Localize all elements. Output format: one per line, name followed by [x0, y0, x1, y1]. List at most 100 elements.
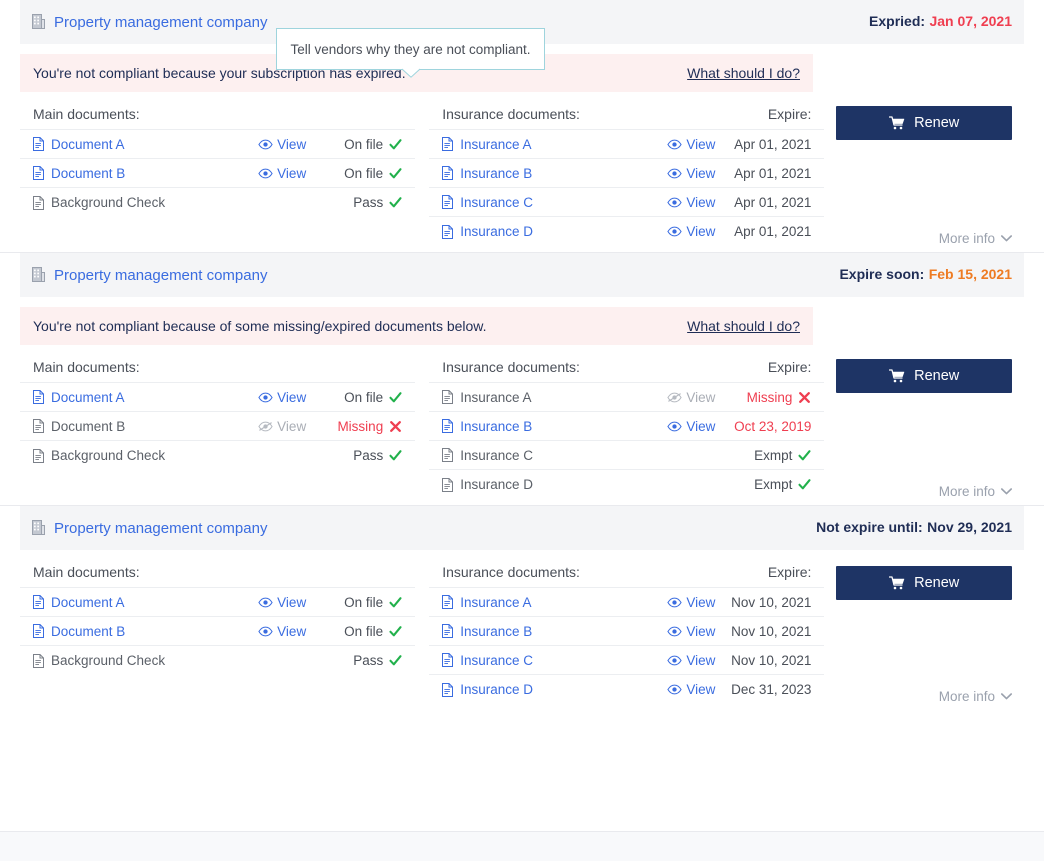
document-name-cell[interactable]: Insurance A [442, 137, 643, 152]
document-name[interactable]: Insurance C [460, 195, 533, 210]
document-name[interactable]: Insurance D [460, 224, 533, 239]
cross-icon [389, 420, 402, 433]
view-document-button[interactable]: View [643, 195, 715, 210]
file-icon [442, 595, 453, 609]
status-cell: Apr 01, 2021 [715, 137, 811, 152]
view-document-button[interactable]: View [643, 624, 715, 639]
document-name-cell[interactable]: Insurance C [442, 653, 643, 668]
what-should-i-do-link[interactable]: What should I do? [687, 318, 800, 334]
file-icon [442, 419, 453, 433]
view-document-button[interactable]: View [234, 390, 306, 405]
document-name-cell[interactable]: Insurance B [442, 624, 643, 639]
more-info-toggle[interactable]: More info [939, 484, 1012, 499]
document-name[interactable]: Insurance A [460, 137, 531, 152]
view-document-button[interactable]: View [643, 682, 715, 697]
document-name[interactable]: Document A [51, 137, 125, 152]
view-document-button[interactable]: View [643, 595, 715, 610]
document-name[interactable]: Insurance A [460, 595, 531, 610]
view-document-button[interactable]: View [234, 166, 306, 181]
company-link[interactable]: Property management company [32, 520, 267, 537]
eye-slash-icon [258, 421, 273, 432]
file-icon [442, 166, 453, 180]
cart-icon [889, 576, 905, 590]
table-row: Insurance D ViewDec 31, 2023 [429, 675, 824, 704]
eye-icon [258, 168, 273, 179]
view-label: View [277, 419, 306, 434]
document-name[interactable]: Insurance D [460, 682, 533, 697]
document-name-cell[interactable]: Document B [33, 624, 234, 639]
document-name-cell[interactable]: Insurance B [442, 419, 643, 434]
file-icon [33, 654, 44, 668]
vendor-card: Property management companyNot expire un… [0, 506, 1044, 710]
status-badge: Pass [353, 195, 383, 210]
document-name-cell[interactable]: Document A [33, 137, 234, 152]
view-label: View [686, 195, 715, 210]
view-label: View [277, 166, 306, 181]
document-name[interactable]: Document A [51, 390, 125, 405]
more-info-toggle[interactable]: More info [939, 231, 1012, 246]
card-actions-panel: Renew [824, 345, 1024, 505]
document-name-cell[interactable]: Insurance B [442, 166, 643, 181]
file-icon [33, 595, 44, 609]
status-cell: On file [306, 390, 402, 405]
table-row: Insurance BViewOct 23, 2019 [429, 412, 824, 441]
renew-button[interactable]: Renew [836, 566, 1012, 600]
compliance-page: Property management companyExpried: Jan … [0, 0, 1044, 861]
view-document-button: View [643, 390, 715, 405]
document-name[interactable]: Insurance B [460, 419, 532, 434]
view-document-button[interactable]: View [234, 624, 306, 639]
status-cell: Nov 10, 2021 [715, 595, 811, 610]
what-should-i-do-link[interactable]: What should I do? [687, 65, 800, 81]
status-badge: Pass [353, 448, 383, 463]
view-document-button[interactable]: View [643, 419, 715, 434]
eye-icon [667, 597, 682, 608]
document-name-cell[interactable]: Document A [33, 595, 234, 610]
company-name[interactable]: Property management company [54, 520, 267, 537]
view-document-button[interactable]: View [234, 137, 306, 152]
eye-icon [667, 139, 682, 150]
insurance-documents-rows: Insurance AViewApr 01, 2021Insurance BVi… [429, 129, 824, 246]
document-name-cell: Insurance D [442, 477, 643, 492]
view-document-button[interactable]: View [234, 595, 306, 610]
company-name[interactable]: Property management company [54, 14, 267, 31]
renew-button[interactable]: Renew [836, 106, 1012, 140]
status-badge: On file [344, 166, 383, 181]
document-name-cell: Insurance C [442, 448, 643, 463]
alert-message: You're not compliant because of some mis… [33, 318, 487, 334]
company-name[interactable]: Property management company [54, 267, 267, 284]
document-name[interactable]: Insurance C [460, 653, 533, 668]
main-documents-rows: Document AViewOn fileDocument BViewMissi… [20, 382, 415, 470]
status-cell: Dec 31, 2023 [715, 682, 811, 697]
view-document-button[interactable]: View [643, 166, 715, 181]
insurance-documents-title: Insurance documents: [442, 359, 580, 375]
view-document-button[interactable]: View [643, 137, 715, 152]
document-name[interactable]: Document A [51, 595, 125, 610]
view-document-button[interactable]: View [643, 653, 715, 668]
status-cell: On file [306, 624, 402, 639]
document-name-cell[interactable]: Insurance D [442, 224, 643, 239]
expiry-status: Expire soon: Feb 15, 2021 [839, 266, 1012, 284]
status-badge: On file [344, 390, 383, 405]
more-info-toggle[interactable]: More info [939, 689, 1012, 704]
document-name[interactable]: Insurance B [460, 166, 532, 181]
document-name[interactable]: Insurance B [460, 624, 532, 639]
document-name-cell[interactable]: Insurance A [442, 595, 643, 610]
document-name-cell[interactable]: Document B [33, 166, 234, 181]
table-row: Background CheckPass [20, 188, 415, 217]
eye-icon [667, 626, 682, 637]
document-name-cell[interactable]: Insurance C [442, 195, 643, 210]
tooltip-arrow-icon [402, 69, 420, 78]
main-documents-rows: Document AViewOn fileDocument BViewOn fi… [20, 129, 415, 217]
document-name[interactable]: Document B [51, 166, 125, 181]
company-link[interactable]: Property management company [32, 14, 267, 31]
document-name[interactable]: Document B [51, 624, 125, 639]
document-name-cell[interactable]: Insurance D [442, 682, 643, 697]
building-icon [32, 14, 45, 30]
check-icon [389, 167, 402, 180]
document-name-cell[interactable]: Document A [33, 390, 234, 405]
status-cell: Nov 10, 2021 [715, 653, 811, 668]
company-link[interactable]: Property management company [32, 267, 267, 284]
renew-button[interactable]: Renew [836, 359, 1012, 393]
status-badge: Nov 10, 2021 [731, 595, 811, 610]
view-document-button[interactable]: View [643, 224, 715, 239]
